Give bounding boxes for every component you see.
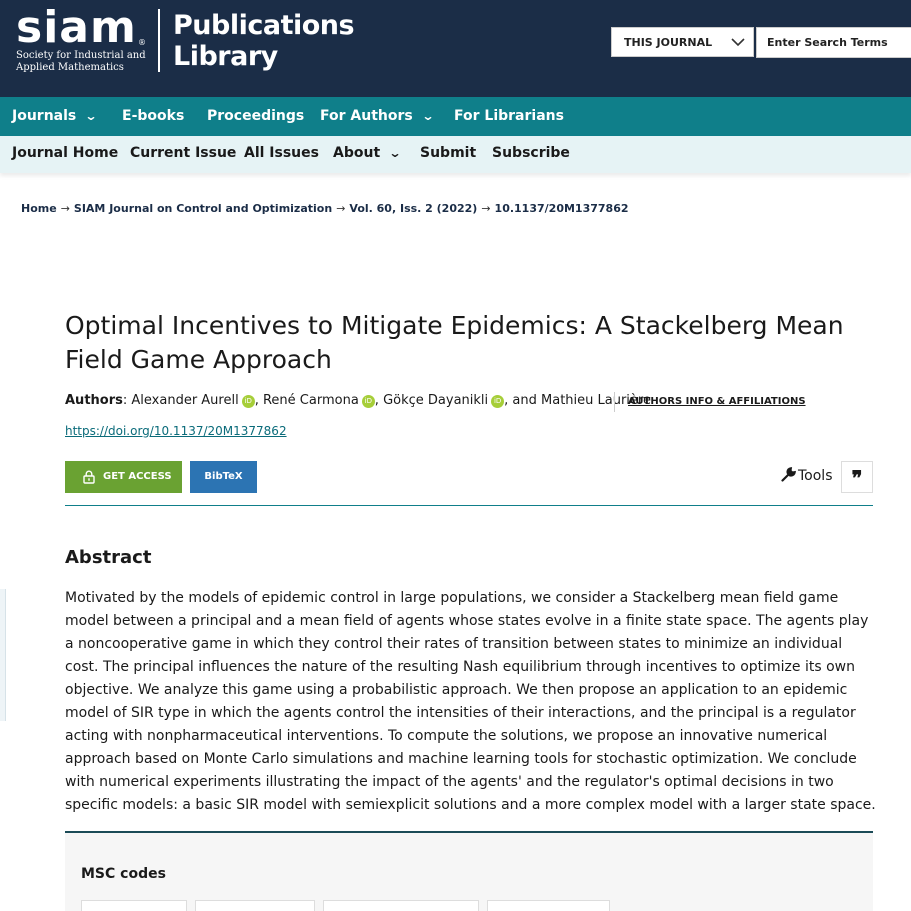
abstract-text: Motivated by the models of epidemic cont… — [65, 590, 876, 813]
arrow-right-icon: → — [60, 202, 70, 215]
tools-menu[interactable]: Tools — [781, 467, 833, 484]
logo-divider — [158, 9, 160, 72]
nav-journals[interactable]: Journals ⌄ — [12, 97, 98, 136]
chevron-down-icon: ⌄ — [84, 109, 98, 123]
msc-code-chip[interactable] — [323, 900, 479, 911]
site-header: siam ® Society for Industrial and Applie… — [0, 0, 911, 97]
arrow-right-icon: → — [481, 202, 491, 215]
subnav-all-issues[interactable]: All Issues — [244, 136, 319, 173]
subnav-current-issue[interactable]: Current Issue — [130, 136, 236, 173]
get-access-label: GET ACCESS — [103, 471, 172, 482]
subnav-subscribe[interactable]: Subscribe — [492, 136, 570, 173]
breadcrumb: Home → SIAM Journal on Control and Optimiz… — [21, 202, 629, 215]
main-nav: Journals ⌄ E-books Proceedings For Author… — [0, 97, 911, 136]
search-input[interactable] — [756, 27, 911, 58]
divider — [614, 392, 615, 412]
nav-ebooks[interactable]: E-books — [122, 97, 184, 136]
chevron-down-icon — [731, 32, 745, 56]
search-scope-select[interactable]: THIS JOURNAL — [611, 27, 754, 57]
nav-journals-label: Journals — [12, 108, 77, 124]
and-word: and — [512, 393, 537, 408]
chevron-down-icon: ⌄ — [388, 146, 402, 160]
siam-logo[interactable]: siam ® Society for Industrial and Applie… — [16, 6, 148, 76]
abstract-heading: Abstract — [65, 547, 152, 568]
authors-affiliations-link[interactable]: AUTHORS INFO & AFFILIATIONS — [628, 396, 806, 407]
orcid-icon[interactable]: iD — [491, 395, 505, 408]
author-name[interactable]: René Carmona — [263, 393, 359, 408]
subnav-submit[interactable]: Submit — [420, 136, 476, 173]
side-tab[interactable] — [0, 589, 6, 721]
nav-proceedings[interactable]: Proceedings — [207, 97, 304, 136]
nav-for-authors-label: For Authors — [320, 108, 413, 124]
wrench-icon — [781, 467, 796, 482]
registered-mark: ® — [138, 38, 146, 47]
msc-code-chip[interactable] — [195, 900, 315, 911]
chevron-down-icon: ⌄ — [421, 109, 435, 123]
doi-link[interactable]: https://doi.org/10.1137/20M1377862 — [65, 424, 287, 438]
breadcrumb-home[interactable]: Home — [21, 202, 57, 215]
author-name[interactable]: Alexander Aurell — [131, 393, 238, 408]
nav-for-librarians[interactable]: For Librarians — [454, 97, 564, 136]
msc-code-chip[interactable] — [81, 900, 187, 911]
msc-codes-heading: MSC codes — [81, 866, 166, 882]
authors-label: Authors — [65, 393, 123, 408]
breadcrumb-doi[interactable]: 10.1137/20M1377862 — [495, 202, 629, 215]
publications-library-title[interactable]: Publications Library — [173, 10, 355, 72]
author-name[interactable]: Gökçe Dayanikli — [383, 393, 488, 408]
breadcrumb-journal[interactable]: SIAM Journal on Control and Optimization — [74, 202, 332, 215]
lock-icon — [83, 470, 95, 484]
tools-label: Tools — [798, 468, 833, 484]
journal-sub-nav: Journal Home Current Issue All Issues Ab… — [0, 136, 911, 173]
bibtex-button[interactable]: BibTeX — [190, 461, 257, 493]
subnav-about-label: About — [333, 145, 381, 161]
breadcrumb-issue[interactable]: Vol. 60, Iss. 2 (2022) — [349, 202, 477, 215]
siam-logo-word: siam — [16, 2, 137, 53]
siam-logo-subtitle: Society for Industrial and Applied Mathe… — [16, 50, 146, 73]
orcid-icon[interactable]: iD — [361, 395, 375, 408]
get-access-button[interactable]: GET ACCESS — [65, 461, 182, 493]
nav-for-authors[interactable]: For Authors ⌄ — [320, 97, 435, 136]
arrow-right-icon: → — [336, 202, 346, 215]
orcid-icon[interactable]: iD — [241, 395, 255, 408]
cite-quote-icon[interactable]: ❞ — [841, 461, 873, 493]
search-scope-label: THIS JOURNAL — [624, 36, 713, 49]
subnav-journal-home[interactable]: Journal Home — [12, 136, 118, 173]
msc-codes-panel: MSC codes — [65, 833, 873, 911]
divider — [65, 505, 873, 506]
msc-code-chip[interactable] — [487, 900, 610, 911]
article-title: Optimal Incentives to Mitigate Epidemics… — [65, 311, 844, 374]
subnav-about[interactable]: About ⌄ — [333, 136, 402, 173]
